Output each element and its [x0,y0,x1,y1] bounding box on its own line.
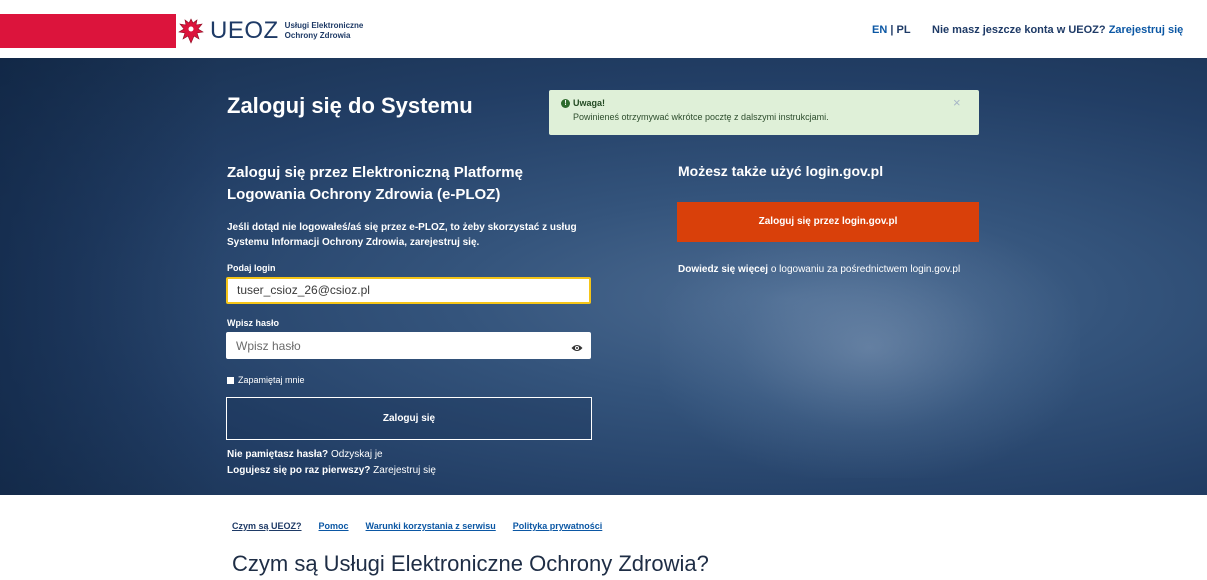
login-gov-button[interactable]: Zaloguj się przez login.gov.pl [677,202,979,242]
learn-more-link[interactable]: Dowiedz się więcej [678,264,768,275]
footer-link-terms[interactable]: Warunki korzystania z serwisu [366,521,496,531]
top-header: UEOZ Usługi Elektroniczne Ochrony Zdrowi… [0,0,1207,58]
login-label: Podaj login [227,263,276,273]
login-hero: Zaloguj się do Systemu ! Uwaga! Powinien… [0,58,1207,495]
login-gov-heading: Możesz także użyć login.gov.pl [678,163,884,179]
alert-message: Powinieneś otrzymywać wkrótce pocztę z d… [573,112,829,122]
register-link[interactable]: Zarejestruj się [373,465,436,476]
password-label: Wpisz hasło [227,318,280,328]
remember-checkbox[interactable] [227,376,234,384]
ueoz-logo[interactable]: UEOZ Usługi Elektroniczne Ochrony Zdrowi… [176,14,375,48]
first-login-row: Logujesz się po raz pierwszy? Zarejestru… [227,465,436,476]
forgot-password-row: Nie pamiętasz hasła? Odzyskaj je [227,449,383,460]
logo-text: UEOZ [210,17,279,44]
exclamation-circle-icon: ! [561,99,570,108]
lang-en-link[interactable]: EN [872,24,887,36]
remember-me[interactable]: Zapamiętaj mnie [227,375,305,385]
no-account-prompt: Nie masz jeszcze konta w UEOZ? Zarejestr… [932,24,1184,36]
eye-icon[interactable] [571,340,583,351]
page-title: Zaloguj się do Systemu [227,93,473,118]
eploz-description: Jeśli dotąd nie logowałeś/aś się przez e… [227,222,577,248]
footer-link-what-is-ueoz[interactable]: Czym są UEOZ? [232,521,302,531]
login-button[interactable]: Zaloguj się [226,397,592,440]
footer-nav: Czym są UEOZ? Pomoc Warunki korzystania … [232,521,602,531]
language-switcher: EN | PL [872,24,911,36]
close-icon[interactable]: × [953,95,961,110]
login-input[interactable]: tuser_csioz_26@csioz.pl [226,277,591,304]
logo-subtitle: Usługi Elektroniczne Ochrony Zdrowia [284,21,364,40]
header-register-link[interactable]: Zarejestruj się [1109,24,1184,36]
red-flag-strip [0,14,176,48]
password-input[interactable]: Wpisz hasło [226,332,591,359]
lang-pl-link[interactable]: PL [896,24,910,36]
alert-title: Uwaga! [573,98,606,108]
polish-eagle-icon [176,16,206,46]
learn-more-text: Dowiedz się więcej o logowaniu za pośred… [678,264,961,275]
footer-link-help[interactable]: Pomoc [319,521,349,531]
recover-password-link[interactable]: Odzyskaj je [331,449,383,460]
info-alert: ! Uwaga! Powinieneś otrzymywać wkrótce p… [549,90,979,135]
remember-label: Zapamiętaj mnie [238,375,305,385]
eploz-heading: Zaloguj się przez Elektroniczną Platform… [227,164,523,203]
section-title: Czym są Usługi Elektroniczne Ochrony Zdr… [232,551,709,576]
footer-link-privacy[interactable]: Polityka prywatności [513,521,603,531]
